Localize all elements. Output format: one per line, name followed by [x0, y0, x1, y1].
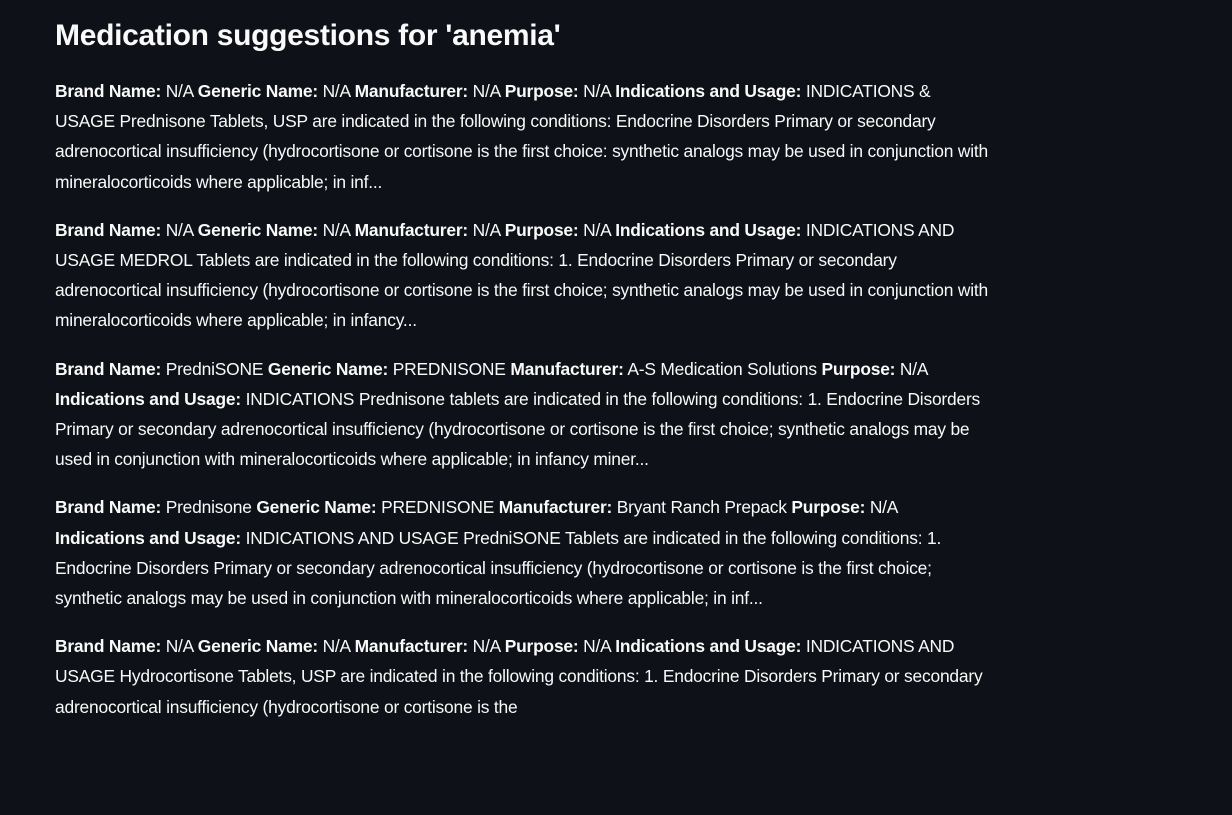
manufacturer-label: Manufacturer:	[354, 219, 469, 240]
indications-label: Indications and Usage:	[55, 527, 241, 548]
brand-label: Brand Name:	[55, 219, 162, 240]
page-title: Medication suggestions for 'anemia'	[55, 19, 561, 52]
purpose-label: Purpose:	[504, 81, 579, 101]
medication-entry: Brand Name: N/A Generic Name: N/A Manufa…	[55, 631, 990, 722]
generic-label: Generic Name:	[197, 81, 318, 101]
brand-label: Brand Name:	[55, 81, 162, 101]
generic-label: Generic Name:	[197, 219, 318, 240]
generic-value: PREDNISONE	[392, 358, 506, 379]
generic-value: N/A	[322, 636, 351, 657]
indications-label: Indications and Usage:	[615, 636, 802, 657]
generic-value: PREDNISONE	[381, 497, 495, 518]
manufacturer-value: N/A	[472, 636, 501, 657]
brand-value: N/A	[165, 81, 194, 101]
manufacturer-value: Bryant Ranch Prepack	[616, 497, 787, 518]
purpose-value: N/A	[899, 358, 928, 379]
purpose-label: Purpose:	[504, 219, 579, 240]
brand-value: Prednisone	[165, 497, 252, 518]
generic-value: N/A	[322, 219, 351, 240]
brand-label: Brand Name:	[55, 636, 162, 657]
purpose-value: N/A	[583, 219, 611, 240]
brand-value: N/A	[165, 219, 194, 240]
indications-label: Indications and Usage:	[615, 219, 802, 240]
manufacturer-label: Manufacturer:	[354, 81, 469, 101]
brand-label: Brand Name:	[55, 358, 162, 379]
medication-entry: Brand Name: N/A Generic Name: N/A Manufa…	[55, 76, 990, 197]
purpose-label: Purpose:	[504, 636, 579, 657]
results-list: Brand Name: N/A Generic Name: N/A Manufa…	[55, 76, 990, 722]
main-content: Medication suggestions for 'anemia' Bran…	[55, 14, 990, 740]
medication-entry: Brand Name: N/A Generic Name: N/A Manufa…	[55, 215, 990, 336]
purpose-label: Purpose:	[791, 497, 866, 518]
manufacturer-label: Manufacturer:	[354, 636, 469, 657]
manufacturer-value: N/A	[472, 219, 501, 240]
generic-value: N/A	[322, 81, 351, 101]
medication-entry: Brand Name: PredniSONE Generic Name: PRE…	[55, 354, 990, 475]
manufacturer-value: N/A	[472, 81, 501, 101]
manufacturer-label: Manufacturer:	[510, 358, 624, 379]
manufacturer-label: Manufacturer:	[498, 497, 613, 518]
purpose-value: N/A	[583, 636, 611, 657]
indications-label: Indications and Usage:	[55, 388, 241, 409]
purpose-label: Purpose:	[821, 358, 896, 379]
generic-label: Generic Name:	[256, 497, 377, 518]
purpose-value: N/A	[583, 81, 611, 101]
manufacturer-value: A-S Medication Solutions	[627, 358, 817, 379]
indications-label: Indications and Usage:	[615, 81, 802, 101]
medication-entry: Brand Name: Prednisone Generic Name: PRE…	[55, 492, 990, 613]
purpose-value: N/A	[869, 497, 898, 518]
brand-value: PredniSONE	[165, 358, 264, 379]
generic-label: Generic Name:	[197, 636, 318, 657]
brand-label: Brand Name:	[55, 497, 162, 518]
brand-value: N/A	[165, 636, 194, 657]
generic-label: Generic Name:	[267, 358, 389, 379]
